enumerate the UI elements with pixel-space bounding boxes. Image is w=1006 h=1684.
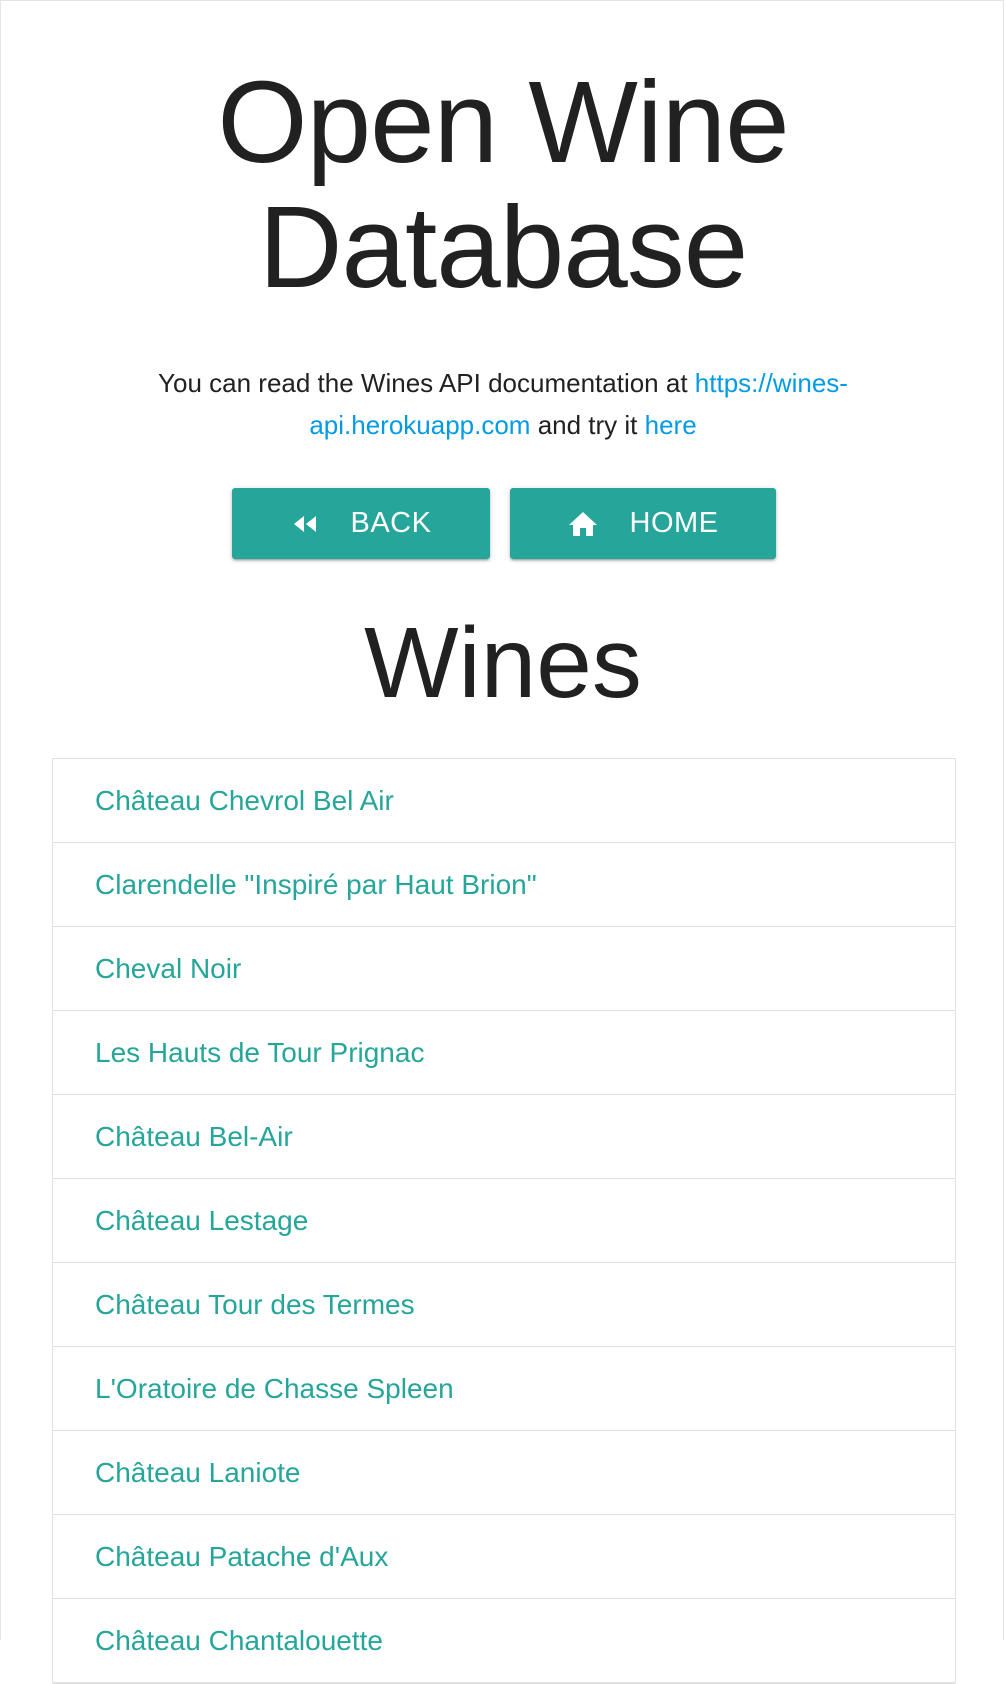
home-icon: [568, 511, 598, 537]
wine-list-item[interactable]: Les Hauts de Tour Prignac: [53, 1011, 955, 1095]
home-button-label: HOME: [629, 507, 719, 539]
wine-list-item[interactable]: Clarendelle "Inspiré par Haut Brion": [53, 843, 955, 927]
try-it-link[interactable]: here: [645, 410, 697, 440]
wine-list-item[interactable]: Château Tour des Termes: [53, 1263, 955, 1347]
wine-list-item[interactable]: Cheval Noir: [53, 927, 955, 1011]
page-title: Open Wine Database: [217, 57, 789, 312]
wine-list-item[interactable]: Château Chantalouette: [53, 1599, 955, 1683]
wine-list-item[interactable]: L'Oratoire de Chasse Spleen: [53, 1347, 955, 1431]
intro-text-before: You can read the Wines API documentation…: [158, 368, 695, 398]
intro-text-middle: and try it: [530, 410, 645, 440]
wine-list-item[interactable]: Château Laniote: [53, 1431, 955, 1515]
wine-list-item[interactable]: Château Bel-Air: [53, 1095, 955, 1179]
wines-heading: Wines: [364, 607, 642, 719]
back-button[interactable]: BACK: [232, 488, 490, 559]
home-button[interactable]: HOME: [510, 488, 776, 559]
wine-list-item[interactable]: Château Lestage: [53, 1179, 955, 1263]
back-button-label: BACK: [350, 507, 432, 539]
wine-list: Château Chevrol Bel Air Clarendelle "Insp…: [52, 758, 956, 1684]
wine-list-item[interactable]: Château Patache d'Aux: [53, 1515, 955, 1599]
wine-list-item[interactable]: Château Chevrol Bel Air: [53, 759, 955, 843]
rewind-icon: [291, 514, 319, 534]
intro-paragraph: You can read the Wines API documentation…: [100, 362, 906, 446]
